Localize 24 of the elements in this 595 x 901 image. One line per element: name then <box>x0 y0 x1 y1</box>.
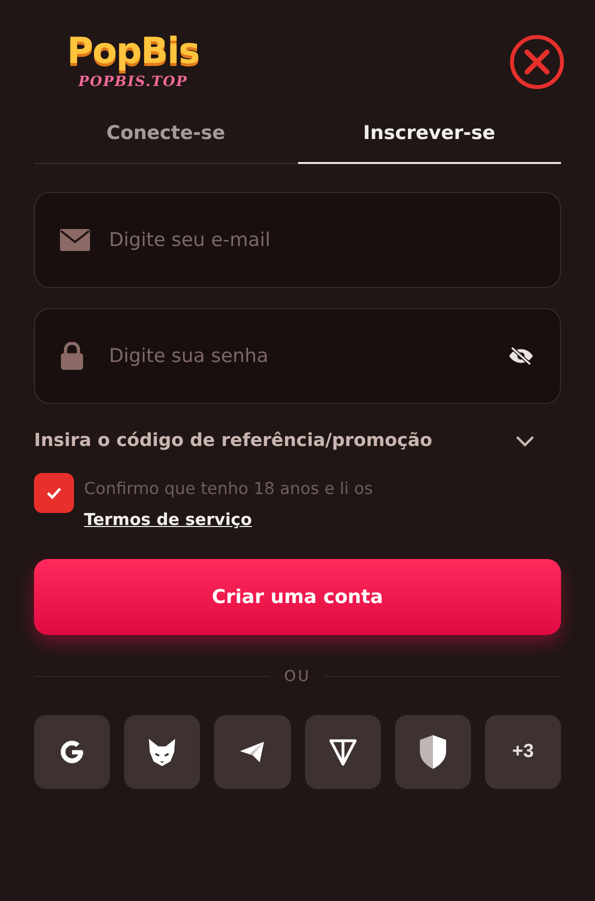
terms-link[interactable]: Termos de serviço <box>84 510 252 529</box>
triangle-icon <box>328 737 358 767</box>
close-icon[interactable] <box>509 34 565 90</box>
tab[interactable]: Inscrever-se <box>298 112 561 164</box>
social-login-button[interactable] <box>214 715 291 789</box>
social-login-button[interactable] <box>304 715 381 789</box>
terms-text: Confirmo que tenho 18 anos e li os Termos de serviço <box>84 478 374 531</box>
tab[interactable]: Conecte-se <box>34 112 298 164</box>
create-account-button[interactable]: Criar uma conta <box>34 559 561 635</box>
social-login-button[interactable] <box>34 715 110 789</box>
social-login-button[interactable] <box>394 715 471 789</box>
social-login-button[interactable] <box>124 715 200 789</box>
logo-title: PopBis <box>66 30 200 74</box>
paper-plane-icon <box>238 740 266 764</box>
checkbox[interactable] <box>34 473 74 513</box>
check-icon <box>45 486 63 500</box>
logo-subtitle: POPBIS.TOP <box>78 74 188 90</box>
more-button[interactable]: +3 <box>484 715 562 789</box>
shield-icon <box>418 734 448 770</box>
email-field[interactable]: Digite seu e-mail <box>34 192 561 288</box>
divider-label: OU <box>284 667 311 685</box>
eye-slash-icon[interactable] <box>507 346 535 366</box>
referral-toggle[interactable]: Insira o código de referência/promoção <box>34 430 561 451</box>
password-field[interactable]: Digite sua senha <box>34 308 561 404</box>
